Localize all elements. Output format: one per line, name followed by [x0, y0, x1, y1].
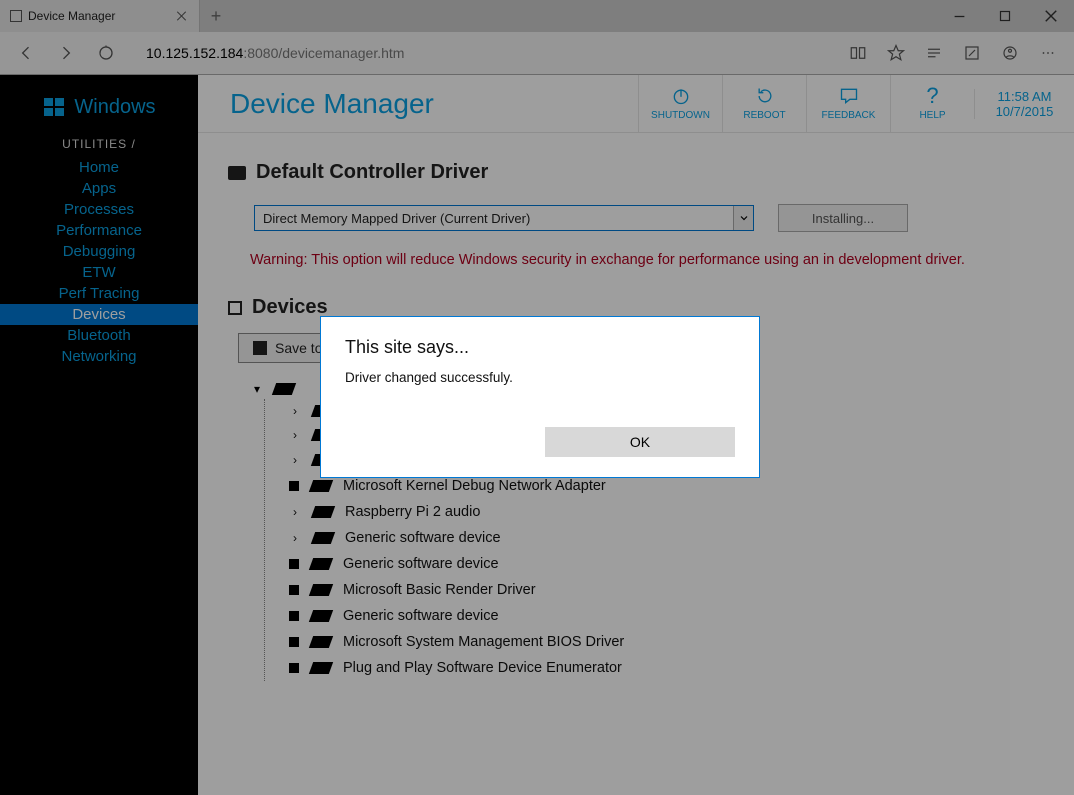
dialog-title: This site says... — [345, 337, 735, 358]
ok-label: OK — [630, 434, 650, 450]
dialog-message: Driver changed successfuly. — [345, 370, 735, 427]
alert-dialog: This site says... Driver changed success… — [320, 316, 760, 478]
dialog-ok-button[interactable]: OK — [545, 427, 735, 457]
